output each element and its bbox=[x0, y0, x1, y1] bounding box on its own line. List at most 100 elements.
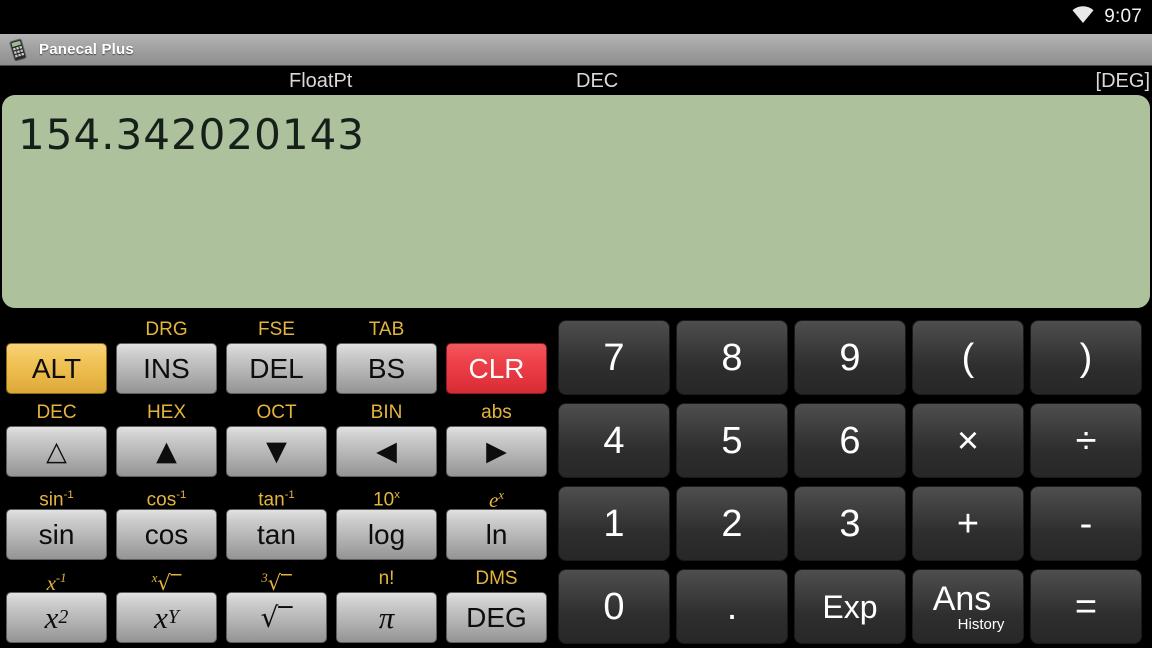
key-cursor-right[interactable]: ▶ bbox=[446, 426, 547, 477]
key-cell-cursor-right: abs ▶ bbox=[446, 399, 547, 482]
key-cursor-down[interactable]: ▼ bbox=[226, 426, 327, 477]
key-cursor-up[interactable]: ▲ bbox=[116, 426, 217, 477]
key-cell-cursor-left: BIN ◀ bbox=[336, 399, 437, 482]
key-4[interactable]: 4 bbox=[558, 403, 670, 478]
key-ans-label: Ans bbox=[932, 579, 992, 618]
triangle-right-icon: ▶ bbox=[486, 436, 507, 467]
key-bs[interactable]: BS bbox=[336, 343, 437, 394]
alt-label-bin: BIN bbox=[370, 402, 403, 423]
key-tan[interactable]: tan bbox=[226, 509, 327, 560]
alt-label-clr bbox=[446, 316, 547, 343]
key-divide[interactable]: ÷ bbox=[1030, 403, 1142, 478]
numeric-key-row-2: 4 5 6 × ÷ bbox=[556, 399, 1152, 482]
alt-label-tab: TAB bbox=[368, 319, 405, 340]
key-x-squared[interactable]: x2 bbox=[6, 592, 107, 643]
key-log[interactable]: log bbox=[336, 509, 437, 560]
calculator-app-screen: 9:07 Panecal Plus FloatPt DEC [DEG] 154.… bbox=[0, 0, 1152, 648]
alt-label-reciprocal: x-1 bbox=[46, 571, 67, 595]
title-bar: Panecal Plus bbox=[0, 34, 1152, 66]
numeric-key-row-3: 1 2 3 + - bbox=[556, 482, 1152, 565]
key-cell-ln: ex ln bbox=[446, 482, 547, 565]
key-cursor-left[interactable]: ◀ bbox=[336, 426, 437, 477]
alt-label-fse: FSE bbox=[258, 319, 295, 340]
key-ln[interactable]: ln bbox=[446, 509, 547, 560]
key-8[interactable]: 8 bbox=[676, 320, 788, 395]
status-clock: 9:07 bbox=[1104, 6, 1142, 27]
numeric-key-row-1: 7 8 9 ( ) bbox=[556, 316, 1152, 399]
key-cell-cursor-down: OCT ▼ bbox=[226, 399, 327, 482]
key-7[interactable]: 7 bbox=[558, 320, 670, 395]
key-cell-sqrt: 3√‾ √‾ bbox=[226, 565, 327, 648]
key-cell-tan: tan-1 tan bbox=[226, 482, 327, 565]
key-1[interactable]: 1 bbox=[558, 486, 670, 561]
key-cell-x-power-y: x√‾ xY bbox=[116, 565, 217, 648]
alt-label-hex: HEX bbox=[146, 402, 187, 423]
key-minus[interactable]: - bbox=[1030, 486, 1142, 561]
triangle-up-icon: ▲ bbox=[156, 436, 177, 467]
key-5[interactable]: 5 bbox=[676, 403, 788, 478]
alt-label-factorial: n! bbox=[378, 568, 395, 589]
key-multiply[interactable]: × bbox=[912, 403, 1024, 478]
key-clr[interactable]: CLR bbox=[446, 343, 547, 394]
key-deg[interactable]: DEG bbox=[446, 592, 547, 643]
key-ans-history[interactable]: Ans History bbox=[912, 569, 1024, 644]
key-9[interactable]: 9 bbox=[794, 320, 906, 395]
key-del[interactable]: DEL bbox=[226, 343, 327, 394]
key-2[interactable]: 2 bbox=[676, 486, 788, 561]
sqrt-icon: √‾ bbox=[260, 600, 293, 634]
key-ins[interactable]: INS bbox=[116, 343, 217, 394]
key-exp[interactable]: Exp bbox=[794, 569, 906, 644]
alt-label-alt bbox=[6, 316, 107, 343]
key-paren-close[interactable]: ) bbox=[1030, 320, 1142, 395]
key-x-power-y[interactable]: xY bbox=[116, 592, 217, 643]
key-equals[interactable]: = bbox=[1030, 569, 1142, 644]
function-key-row-2: DEC △ HEX ▲ OCT ▼ BIN ◀ abs ▶ bbox=[0, 399, 556, 482]
key-cell-sin: sin-1 sin bbox=[6, 482, 107, 565]
key-cell-x-squared: x-1 x2 bbox=[6, 565, 107, 648]
calculator-display[interactable]: 154.342020143 bbox=[2, 95, 1150, 308]
key-cell-alt: ALT bbox=[6, 316, 107, 399]
alt-label-dec: DEC bbox=[36, 402, 77, 423]
alt-label-arccos: cos-1 bbox=[146, 489, 187, 511]
function-key-row-4: x-1 x2 x√‾ xY 3√‾ √‾ n! π DMS DEG bbox=[0, 565, 556, 648]
alt-label-drg: DRG bbox=[145, 319, 188, 340]
wifi-icon bbox=[1071, 5, 1095, 29]
numeric-key-row-4: 0 . Exp Ans History = bbox=[556, 565, 1152, 648]
key-cell-cursor-up-outline: DEC △ bbox=[6, 399, 107, 482]
key-sin[interactable]: sin bbox=[6, 509, 107, 560]
key-0[interactable]: 0 bbox=[558, 569, 670, 644]
key-sqrt[interactable]: √‾ bbox=[226, 592, 327, 643]
key-cell-ins: DRG INS bbox=[116, 316, 217, 399]
function-key-row-1: ALT DRG INS FSE DEL TAB BS CLR bbox=[0, 316, 556, 399]
triangle-outline-up-icon: △ bbox=[46, 436, 67, 467]
app-title: Panecal Plus bbox=[39, 41, 134, 58]
alt-label-abs: abs bbox=[481, 402, 512, 423]
mode-base[interactable]: DEC bbox=[576, 70, 618, 93]
key-alt[interactable]: ALT bbox=[6, 343, 107, 394]
key-decimal-point[interactable]: . bbox=[676, 569, 788, 644]
triangle-left-icon: ◀ bbox=[376, 436, 397, 467]
key-paren-open[interactable]: ( bbox=[912, 320, 1024, 395]
triangle-down-icon: ▼ bbox=[266, 436, 287, 467]
key-pi[interactable]: π bbox=[336, 592, 437, 643]
calculator-app-icon bbox=[7, 38, 29, 62]
key-plus[interactable]: + bbox=[912, 486, 1024, 561]
alt-label-cube-root: 3√‾ bbox=[261, 571, 292, 595]
key-history-label: History bbox=[957, 615, 1005, 633]
key-cell-bs: TAB BS bbox=[336, 316, 437, 399]
alt-label-arctan: tan-1 bbox=[258, 489, 295, 511]
function-key-row-3: sin-1 sin cos-1 cos tan-1 tan 10x log ex… bbox=[0, 482, 556, 565]
key-cell-deg: DMS DEG bbox=[446, 565, 547, 648]
alt-label-e-power-x: ex bbox=[489, 488, 504, 512]
alt-label-arcsin: sin-1 bbox=[39, 489, 74, 511]
status-bar: 9:07 bbox=[0, 0, 1152, 34]
mode-notation[interactable]: FloatPt bbox=[289, 70, 352, 93]
mode-angle[interactable]: [DEG] bbox=[1096, 70, 1150, 93]
numeric-keypad: 7 8 9 ( ) 4 5 6 × ÷ 1 2 3 + - 0 . Exp An… bbox=[556, 316, 1152, 648]
key-cos[interactable]: cos bbox=[116, 509, 217, 560]
display-value: 154.342020143 bbox=[18, 110, 366, 159]
key-cell-del: FSE DEL bbox=[226, 316, 327, 399]
key-6[interactable]: 6 bbox=[794, 403, 906, 478]
key-triangle-outline-up-icon[interactable]: △ bbox=[6, 426, 107, 477]
key-3[interactable]: 3 bbox=[794, 486, 906, 561]
